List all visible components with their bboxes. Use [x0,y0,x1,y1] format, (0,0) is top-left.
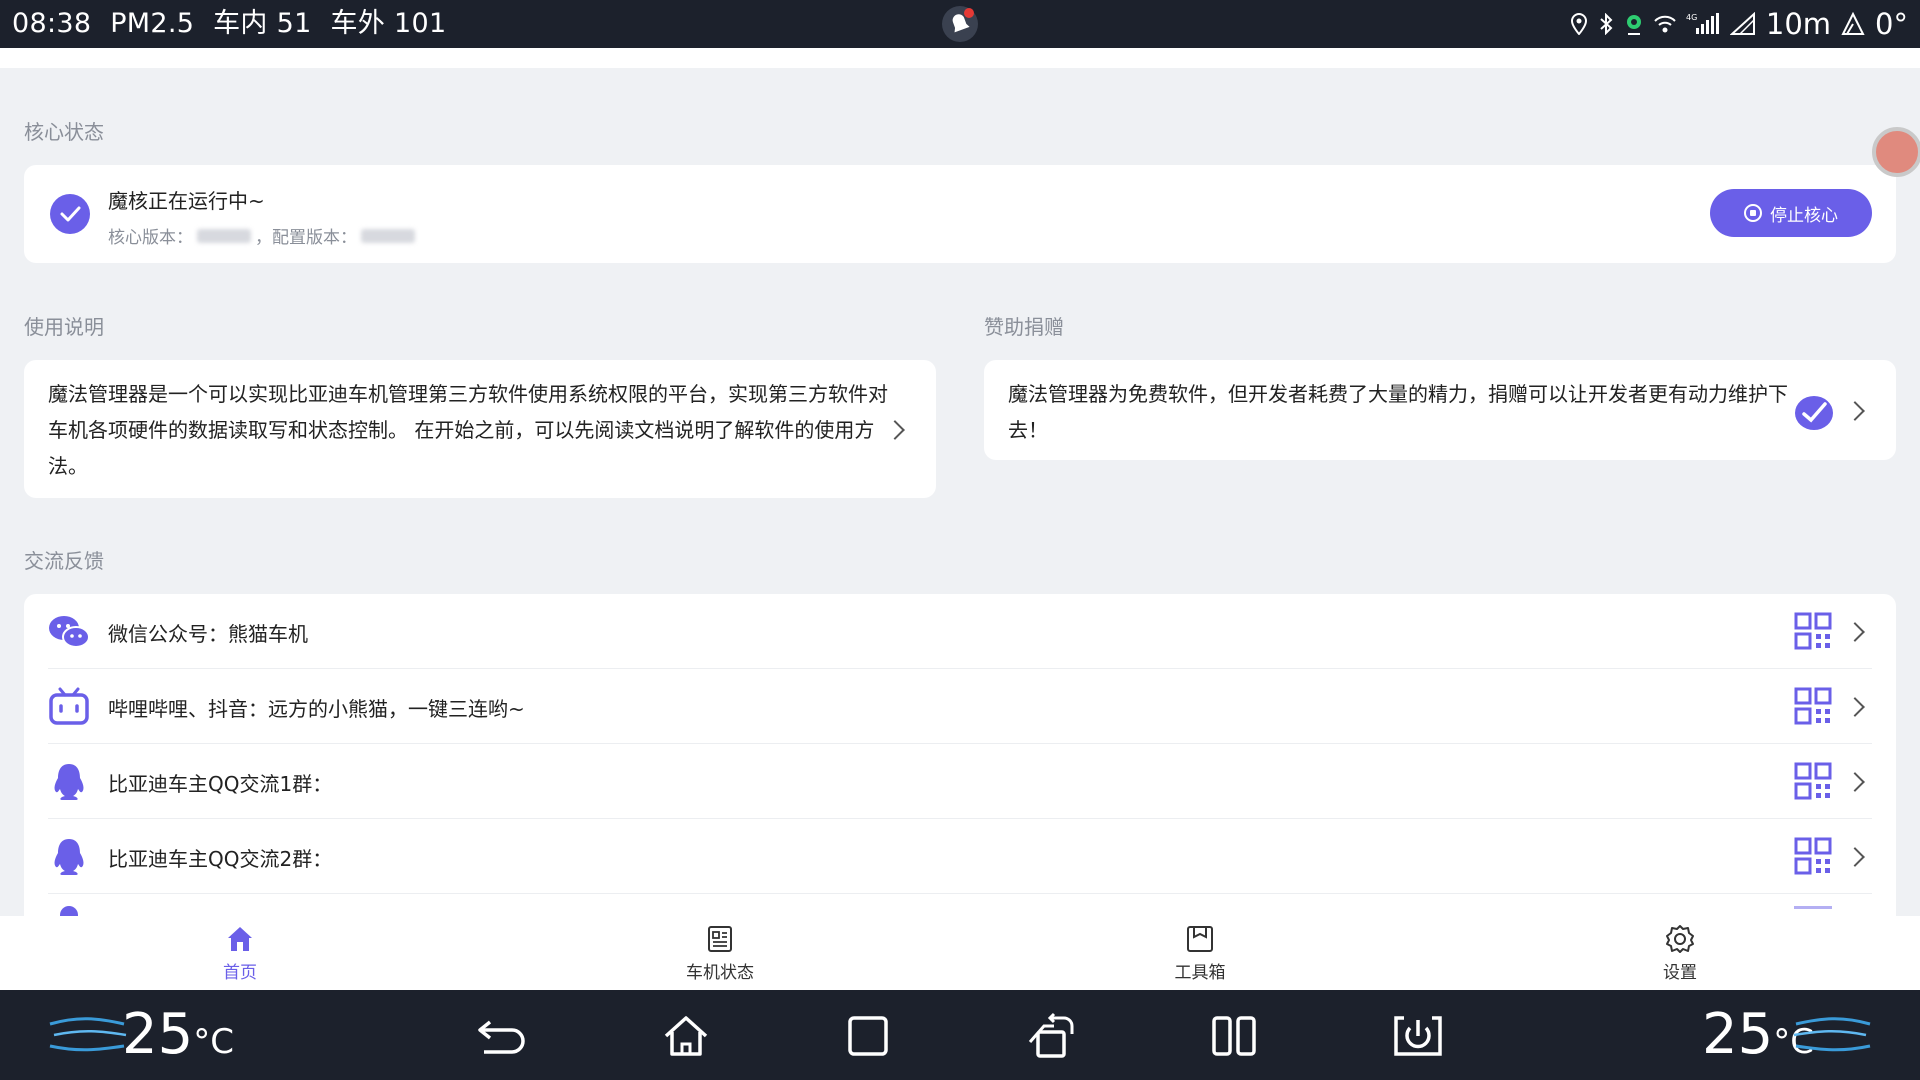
core-running-text: 魔核正在运行中~ [108,189,265,213]
chevron-right-icon [1845,847,1865,867]
header-strip [0,48,1920,68]
cellular-signal-icon: 4G [1686,13,1719,34]
list-item[interactable]: 比亚迪车主QQ交流1群： [24,744,1896,819]
donate-title: 赞助捐赠 [984,315,1064,339]
wifi-icon [1654,15,1676,33]
bluetooth-icon [1600,13,1613,35]
core-version-label: 核心版本： [108,228,193,248]
feedback-label: 比亚迪车主QQ交流1群： [108,772,333,796]
stop-core-button[interactable]: 停止核心 [1710,189,1872,237]
chevron-right-icon [1845,772,1865,792]
usage-text: 魔法管理器是一个可以实现比亚迪车机管理第三方软件使用系统权限的平台，实现第三方软… [48,382,888,478]
right-temp-value: 25 [1702,1002,1774,1067]
core-status-title: 核心状态 [24,120,104,144]
recent-apps-icon[interactable] [840,1012,896,1060]
status-icons: 4G 10m 0° [1570,0,1908,48]
slope-value: 0° [1875,7,1908,41]
bilibili-icon [48,687,90,727]
core-version-info: 核心版本： ，配置版本： [108,223,419,248]
check-circle-icon [50,194,90,234]
split-screen-icon[interactable] [1206,1012,1262,1060]
qr-code-icon[interactable] [1794,687,1832,725]
nav-toolbox-label: 工具箱 [1174,963,1226,983]
clock: 08:38 [12,8,92,39]
nav-settings[interactable]: 设置 [1580,916,1780,990]
outside-label: 车外 [330,8,386,39]
right-fan-icon [1793,1017,1871,1052]
chevron-right-icon [1845,697,1865,717]
usage-card[interactable]: 魔法管理器是一个可以实现比亚迪车机管理第三方软件使用系统权限的平台，实现第三方软… [24,360,936,498]
notification-bell-icon[interactable] [940,4,980,44]
qr-code-icon [1794,906,1832,909]
settings-icon [1666,925,1694,953]
chevron-right-icon [885,420,905,440]
list-item[interactable]: 微信公众号：熊猫车机 [24,594,1896,669]
config-version-redacted [361,228,415,243]
feedback-label: 哔哩哔哩、抖音：远方的小熊猫，一键三连哟~ [108,697,525,721]
outside-value: 101 [393,8,447,39]
nav-home-label: 首页 [223,963,257,983]
svg-text:4G: 4G [1686,13,1697,22]
left-fan-icon [49,1017,127,1052]
wechat-icon [48,612,90,652]
chevron-right-icon [1845,401,1865,421]
qq-icon [48,837,90,877]
stop-icon [1744,204,1762,222]
donate-icon [1794,392,1834,432]
connection-icon [1626,15,1641,35]
inside-label: 车内 [213,8,268,39]
left-temperature[interactable]: 25°C [122,1000,234,1070]
feedback-title: 交流反馈 [24,549,104,573]
qr-code-icon[interactable] [1794,612,1832,650]
pm25-label: PM2.5 [110,8,195,39]
donate-text: 魔法管理器为免费软件，但开发者耗费了大量的精力，捐赠可以让开发者更有动力维护下去… [1008,382,1788,442]
bottom-nav: 首页 车机状态 工具箱 设置 [0,916,1920,990]
core-version-redacted [197,228,251,243]
usage-title: 使用说明 [24,315,104,339]
qr-code-icon[interactable] [1794,837,1832,875]
left-temp-value: 25 [122,1002,194,1067]
back-icon[interactable] [474,1012,530,1060]
donate-card[interactable]: 魔法管理器为免费软件，但开发者耗费了大量的精力，捐赠可以让开发者更有动力维护下去… [984,360,1896,460]
status-bar: 08:38 PM2.5 车内 51 车外 101 4G 10m 0° [0,0,1920,48]
power-icon[interactable] [1390,1012,1446,1060]
home-icon [228,927,252,951]
nav-settings-label: 设置 [1663,963,1697,983]
list-item[interactable]: 哔哩哔哩、抖音：远方的小熊猫，一键三连哟~ [24,669,1896,744]
qq-icon [60,906,78,916]
home-button-icon[interactable] [658,1012,714,1060]
feedback-card: 微信公众号：熊猫车机 哔哩哔哩、抖音：远方的小熊猫，一键三连哟~ 比亚迪车主QQ… [24,594,1896,916]
config-version-label: ，配置版本： [255,228,357,248]
slope-icon [1841,12,1865,35]
altitude-value: 10m [1765,7,1832,41]
qq-icon [48,762,90,802]
main-content: 核心状态 魔核正在运行中~ 核心版本： ，配置版本： 停止核心 使用说明 魔法管… [0,48,1920,916]
system-bar: 25°C 25°C [0,990,1920,1080]
inside-value: 51 [276,8,312,39]
nav-car-status[interactable]: 车机状态 [620,916,820,990]
nav-toolbox[interactable]: 工具箱 [1100,916,1300,990]
stop-core-label: 停止核心 [1770,205,1838,225]
location-icon [1570,13,1587,35]
feedback-label: 比亚迪车主QQ交流2群： [108,847,333,871]
status-info: 08:38 PM2.5 车内 51 车外 101 [12,0,456,48]
floating-assist-button[interactable] [1872,127,1920,177]
status-icon [708,926,732,952]
nav-home[interactable]: 首页 [140,916,340,990]
list-item[interactable]: 比亚迪车主QQ交流2群： [24,819,1896,894]
feedback-label: 微信公众号：熊猫车机 [108,622,308,646]
left-temp-unit: °C [193,1022,235,1062]
chevron-right-icon [1845,622,1865,642]
list-item-partial[interactable] [24,894,1896,916]
toolbox-icon [1187,926,1213,952]
rotate-screen-icon[interactable] [1024,1012,1080,1060]
nav-car-status-label: 车机状态 [686,963,754,983]
qr-code-icon[interactable] [1794,762,1832,800]
core-status-card: 魔核正在运行中~ 核心版本： ，配置版本： 停止核心 [24,165,1896,263]
altitude-icon [1729,12,1755,35]
